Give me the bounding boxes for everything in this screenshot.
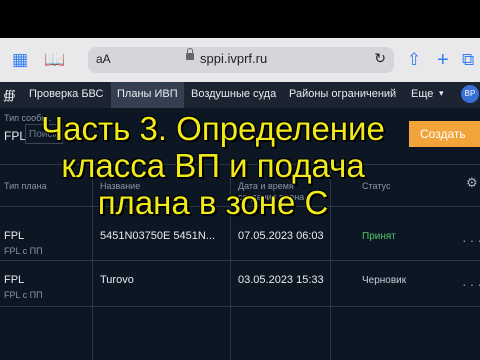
text-size-button[interactable]: аА — [96, 52, 111, 66]
row-name: 5451N03750E 5451N... — [100, 230, 215, 242]
status-badge: Черновик — [362, 275, 407, 286]
overlay-title-line3: плана в зоне С — [97, 184, 329, 221]
lock-icon — [186, 48, 194, 60]
address-bar[interactable]: аА sppi.ivprf.ru ↻ — [88, 47, 394, 73]
overlay-title-line2: класса ВП и подача — [61, 147, 365, 184]
row-date: 03.05.2023 15:33 — [238, 274, 324, 286]
sidebar-icon[interactable]: ▦ — [12, 50, 28, 70]
browser-toolbar: ▦ 📖 аА sppi.ivprf.ru ↻ ⇧ + ⧉ — [0, 38, 480, 82]
row-name: Turovo — [100, 274, 134, 286]
url-text: sppi.ivprf.ru — [200, 51, 268, 66]
more-actions-icon[interactable]: ··· — [462, 232, 480, 248]
row-date: 07.05.2023 06:03 — [238, 230, 324, 242]
avatar[interactable]: ВР — [461, 85, 479, 103]
app-navbar: ∰ Проверка БВС Планы ИВП Воздушные суда … — [0, 82, 480, 108]
bookmarks-icon[interactable]: 📖 — [44, 50, 65, 70]
status-badge: Принят — [362, 231, 396, 242]
share-icon[interactable]: ⇧ — [407, 50, 421, 70]
row-divider — [0, 260, 480, 261]
settings-gear-icon[interactable]: ⚙ — [466, 175, 478, 191]
row-type: FPL — [4, 230, 25, 242]
row-divider — [0, 306, 480, 307]
nav-item-rayony-ogranicheniy[interactable]: Районы ограничений — [289, 88, 396, 100]
new-tab-icon[interactable]: + — [437, 50, 449, 70]
screen: ▦ 📖 аА sppi.ivprf.ru ↻ ⇧ + ⧉ ∰ Проверка … — [0, 0, 480, 360]
row-subtype: FPL с ПП — [4, 290, 43, 300]
more-actions-icon[interactable]: ··· — [462, 276, 480, 292]
reload-icon[interactable]: ↻ — [374, 50, 386, 67]
overlay-title-line1: Часть 3. Определение — [41, 110, 385, 147]
chevron-down-icon[interactable]: ▾ — [439, 88, 444, 99]
nav-item-proverka-bvs[interactable]: Проверка БВС — [29, 88, 103, 100]
nav-item-eshche[interactable]: Еще — [411, 88, 433, 100]
nav-item-vozdushnye-suda[interactable]: Воздушные суда — [191, 88, 276, 100]
row-type: FPL — [4, 274, 25, 286]
row-subtype: FPL с ПП — [4, 246, 43, 256]
nav-item-plany-ivp[interactable]: Планы ИВП — [111, 82, 184, 108]
tabs-icon[interactable]: ⧉ — [462, 50, 474, 70]
video-title-overlay: Часть 3. Определение класса ВП и подача … — [0, 110, 426, 221]
book-icon[interactable]: ∰ — [3, 88, 16, 102]
